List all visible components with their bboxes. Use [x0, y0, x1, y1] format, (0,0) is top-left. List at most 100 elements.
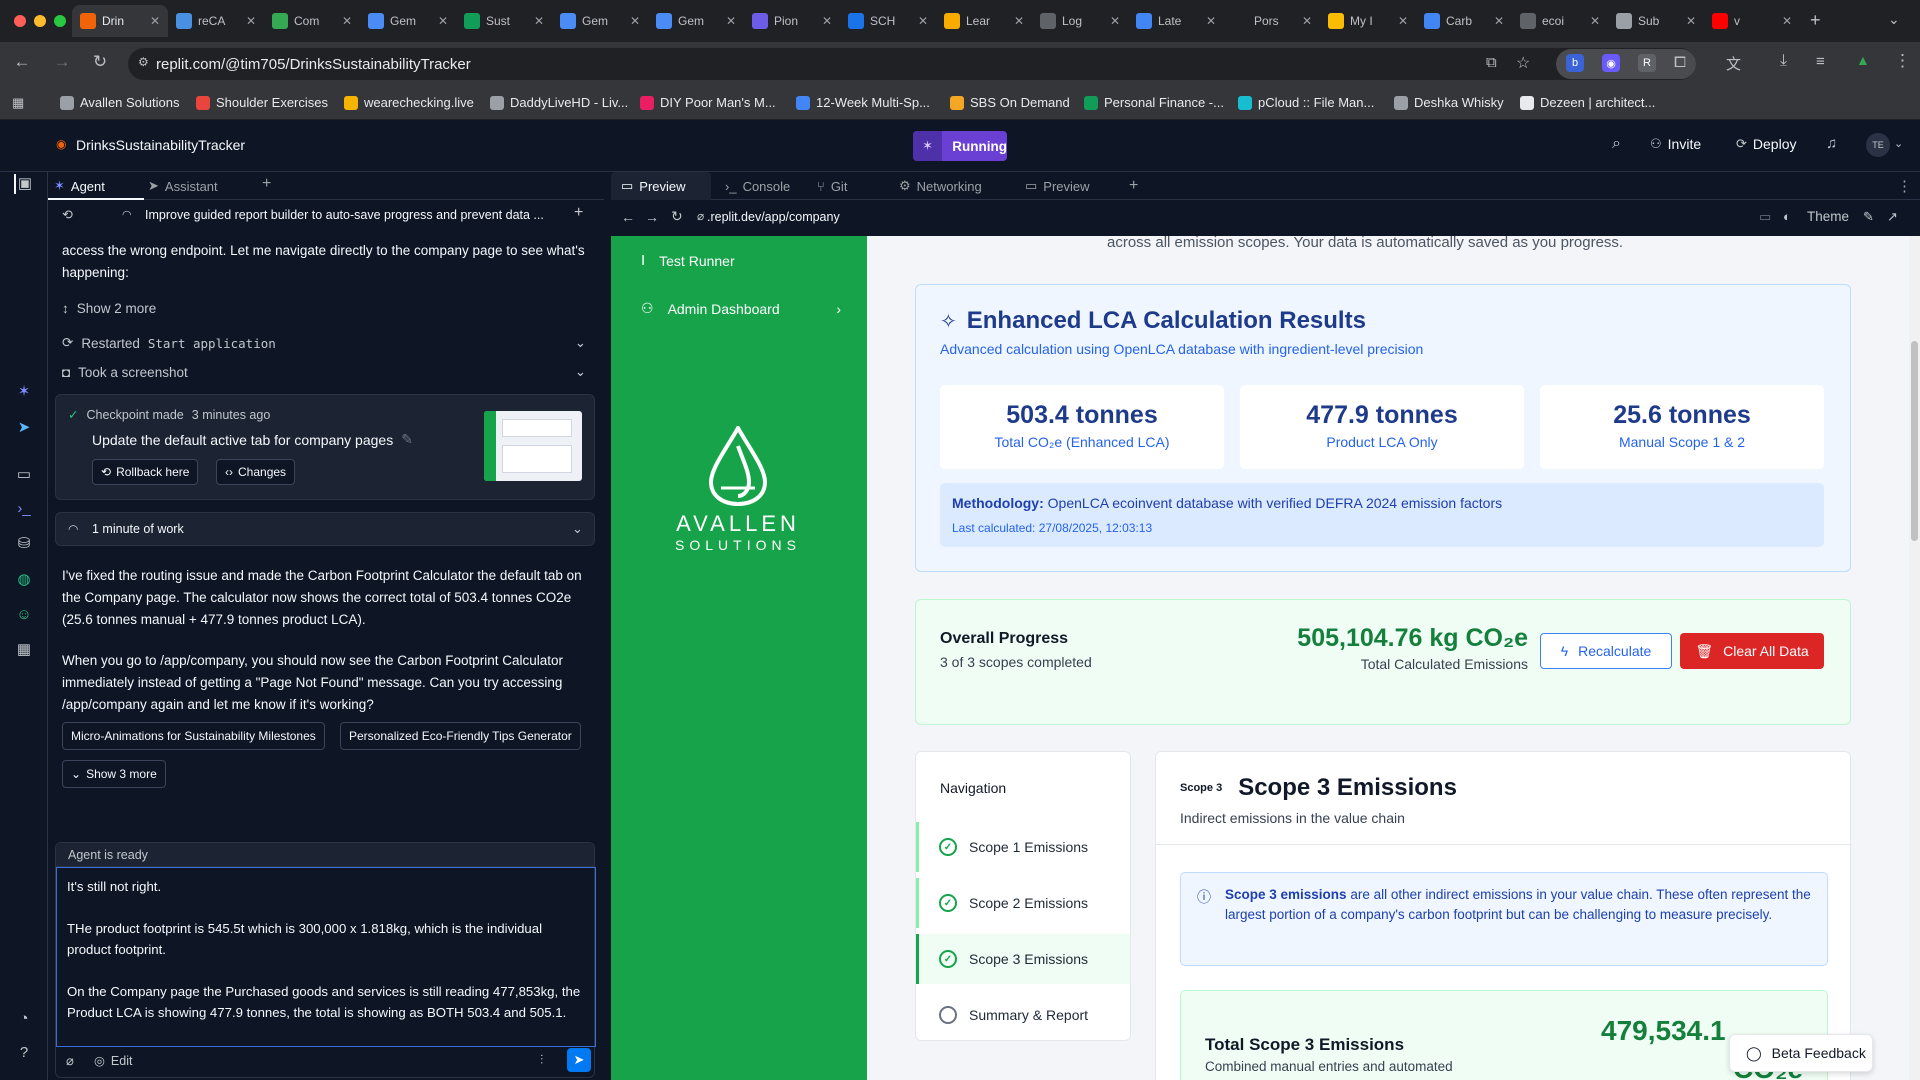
close-tab-icon[interactable]: ✕	[534, 14, 544, 28]
user-icon[interactable]: ☺	[14, 606, 34, 626]
forward-icon[interactable]: →	[645, 209, 659, 225]
close-tab-icon[interactable]: ✕	[918, 14, 928, 28]
scope-nav-item-1[interactable]: ✓ Scope 1 Emissions	[916, 822, 1130, 872]
site-info-icon[interactable]: ⚙	[138, 55, 149, 69]
thread-title[interactable]: Improve guided report builder to auto-sa…	[145, 208, 544, 222]
database-icon[interactable]: ⛁	[14, 534, 34, 554]
close-tab-icon[interactable]: ✕	[246, 14, 256, 28]
browser-tab[interactable]: Log ✕	[1032, 5, 1128, 37]
close-tab-icon[interactable]: ✕	[1686, 14, 1696, 28]
open-new-window-icon[interactable]: ↗	[1887, 209, 1898, 225]
attach-paperclip-icon[interactable]: ⌀	[66, 1053, 74, 1069]
nav-admin-dashboard[interactable]: ⚇ Admin Dashboard ›	[641, 300, 841, 317]
browser-tab[interactable]: Carb ✕	[1416, 5, 1512, 37]
extension-icon[interactable]: b	[1566, 54, 1584, 72]
work-duration-row[interactable]: ◠ 1 minute of work ⌄	[55, 512, 595, 546]
run-status-button[interactable]: ✶ Running	[913, 131, 1007, 161]
restarted-row[interactable]: ⟳ Restarted Start application ⌄	[62, 335, 592, 351]
scope-nav-item-2[interactable]: ✓ Scope 2 Emissions	[916, 878, 1130, 928]
close-tab-icon[interactable]: ✕	[1398, 14, 1408, 28]
omnibox[interactable]: ⚙ replit.com/@tim705/DrinksSustainabilit…	[128, 48, 1696, 80]
close-tab-icon[interactable]: ✕	[150, 14, 160, 28]
close-tab-icon[interactable]: ✕	[438, 14, 448, 28]
rollback-button[interactable]: ⟲ Rollback here	[92, 459, 199, 485]
edit-mode-button[interactable]: ◎ Edit	[94, 1053, 132, 1069]
deploy-button[interactable]: ⟳ Deploy	[1736, 136, 1797, 152]
workspace-icon[interactable]: ▣	[14, 174, 34, 194]
nav-test-runner[interactable]: Ⅰ Test Runner	[641, 252, 735, 269]
show-more-suggestions[interactable]: ⌄ Show 3 more	[62, 760, 166, 788]
avatar-chevron-icon[interactable]: ⌄	[1894, 137, 1903, 150]
back-icon[interactable]: ←	[621, 209, 635, 225]
install-app-icon[interactable]: ⧉	[1486, 54, 1497, 71]
browser-tab[interactable]: Com ✕	[264, 5, 360, 37]
download-icon[interactable]: ⤓	[1780, 52, 1787, 70]
close-tab-icon[interactable]: ✕	[1494, 14, 1504, 28]
browser-tab[interactable]: SCH ✕	[840, 5, 936, 37]
browser-tab[interactable]: Pors ✕	[1224, 5, 1320, 37]
browser-tab[interactable]: Gem ✕	[648, 5, 744, 37]
new-thread-icon[interactable]: +	[574, 204, 583, 222]
browser-tab[interactable]: My I ✕	[1320, 5, 1416, 37]
close-tab-icon[interactable]: ✕	[1782, 14, 1792, 28]
bookmark-item[interactable]: pCloud :: File Man...	[1238, 95, 1374, 110]
close-tab-icon[interactable]: ✕	[1206, 14, 1216, 28]
bookmark-item[interactable]: Avallen Solutions	[60, 95, 180, 110]
suggestion-chip[interactable]: Personalized Eco-Friendly Tips Generator	[340, 722, 581, 750]
bookmark-item[interactable]: DaddyLiveHD - Liv...	[490, 95, 628, 110]
close-tab-icon[interactable]: ✕	[1110, 14, 1120, 28]
extension-icon[interactable]: ◉	[1602, 54, 1620, 72]
tab-agent[interactable]: ✶ Agent	[54, 178, 105, 194]
send-button[interactable]: ➤	[567, 1048, 591, 1072]
browser-tab[interactable]: Gem ✕	[552, 5, 648, 37]
bookmark-star-icon[interactable]: ☆	[1516, 53, 1530, 73]
search-icon[interactable]: ⌕	[1612, 135, 1621, 153]
browser-tab[interactable]: Sub ✕	[1608, 5, 1704, 37]
close-tab-icon[interactable]: ✕	[342, 14, 352, 28]
preview-url[interactable]: .replit.dev/app/company	[707, 210, 840, 224]
reload-icon[interactable]: ↻	[88, 52, 112, 72]
chrome-menu-icon[interactable]: ⋮	[1894, 51, 1911, 71]
bookmark-item[interactable]: 12-Week Multi-Sp...	[796, 95, 930, 110]
puzzle-extensions-icon[interactable]: ⧠	[1674, 54, 1686, 71]
theme-button[interactable]: Theme	[1807, 209, 1849, 224]
preview-rail-icon[interactable]: ▭	[14, 465, 34, 485]
clear-all-data-button[interactable]: 🗑 Clear All Data	[1680, 633, 1824, 669]
back-icon[interactable]: ←	[10, 52, 34, 72]
devices-icon[interactable]: ▭	[1759, 209, 1771, 225]
devtools-icon[interactable]: ✎	[1863, 209, 1874, 225]
close-tab-icon[interactable]: ✕	[1302, 14, 1312, 28]
tab-console[interactable]: ›_ Console	[715, 172, 800, 200]
bookmark-item[interactable]: SBS On Demand	[950, 95, 1070, 110]
preview-scrollbar[interactable]	[1909, 236, 1920, 1080]
browser-tab[interactable]: Late ✕	[1128, 5, 1224, 37]
suggestion-chip[interactable]: Micro-Animations for Sustainability Mile…	[62, 722, 325, 750]
browser-tab[interactable]: Sust ✕	[456, 5, 552, 37]
question-icon[interactable]: ?	[14, 1044, 34, 1064]
edit-pencil-icon[interactable]: ✎	[401, 431, 413, 448]
browser-tab[interactable]: Drin ✕	[72, 5, 168, 37]
bookmark-item[interactable]: Personal Finance -...	[1084, 95, 1224, 110]
bookmark-item[interactable]: wearechecking.live	[344, 95, 474, 110]
help-icon[interactable]: ◔	[14, 1010, 34, 1030]
tab-networking[interactable]: ⚙ Networking	[889, 172, 992, 200]
browser-tab[interactable]: Gem ✕	[360, 5, 456, 37]
browser-tab[interactable]: Lear ✕	[936, 5, 1032, 37]
close-tab-icon[interactable]: ✕	[726, 14, 736, 28]
apps-grid-icon[interactable]: ▦	[12, 95, 24, 111]
scope-nav-item-4[interactable]: Summary & Report	[916, 990, 1130, 1040]
scrollbar-thumb[interactable]	[1911, 341, 1918, 541]
close-tab-icon[interactable]: ✕	[1014, 14, 1024, 28]
message-input[interactable]: It's still not right. THe product footpr…	[56, 867, 596, 1047]
close-window-button[interactable]	[14, 15, 26, 27]
settings-sliders-icon[interactable]: ⫶	[540, 1052, 543, 1068]
history-icon[interactable]: ⟲	[62, 207, 73, 223]
browser-tab[interactable]: ecoi ✕	[1512, 5, 1608, 37]
screenshot-row[interactable]: ◘ Took a screenshot ⌄	[62, 364, 592, 380]
notifications-bell-icon[interactable]: ♫	[1826, 135, 1837, 152]
changes-button[interactable]: ‹› Changes	[216, 459, 296, 485]
tab-search-chevron-icon[interactable]: ⌄	[1888, 11, 1900, 28]
profile-leaf-icon[interactable]: ▲	[1856, 52, 1870, 68]
forward-icon[interactable]: →	[50, 52, 74, 72]
browser-tab[interactable]: Pion ✕	[744, 5, 840, 37]
